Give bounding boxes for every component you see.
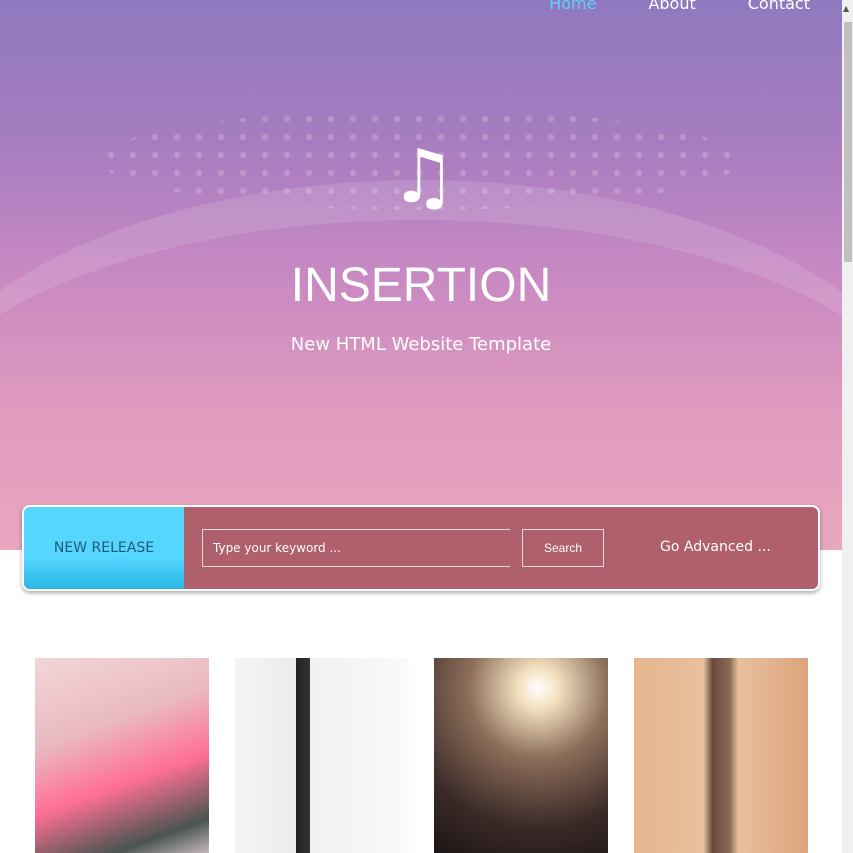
search-button[interactable]: Search	[522, 529, 604, 567]
nav-home[interactable]: Home	[549, 0, 596, 13]
scrollbar-thumb[interactable]	[844, 22, 852, 262]
new-release-button[interactable]: NEW RELEASE	[24, 507, 184, 589]
keyword-input[interactable]	[202, 529, 510, 567]
gallery-image-concert[interactable]	[434, 658, 608, 853]
top-nav: Home About Contact	[549, 0, 810, 13]
hero-banner: Home About Contact ♫ INSERTION New HTML …	[0, 0, 842, 550]
gallery-image-headphones[interactable]	[35, 658, 209, 853]
gallery-image-guitar-neck[interactable]	[634, 658, 808, 853]
nav-contact[interactable]: Contact	[748, 0, 810, 13]
hero-subtitle: New HTML Website Template	[290, 334, 552, 355]
scroll-up-arrow-icon[interactable]: ▲	[843, 4, 849, 13]
hero-title: INSERTION	[290, 259, 552, 312]
go-advanced-link[interactable]: Go Advanced ...	[660, 539, 771, 555]
search-bar: NEW RELEASE Search Go Advanced ...	[22, 505, 820, 591]
music-note-icon: ♫	[390, 134, 457, 220]
nav-about[interactable]: About	[648, 0, 695, 13]
page: Home About Contact ♫ INSERTION New HTML …	[0, 0, 842, 853]
gallery-image-bass-guitar[interactable]	[235, 658, 409, 853]
